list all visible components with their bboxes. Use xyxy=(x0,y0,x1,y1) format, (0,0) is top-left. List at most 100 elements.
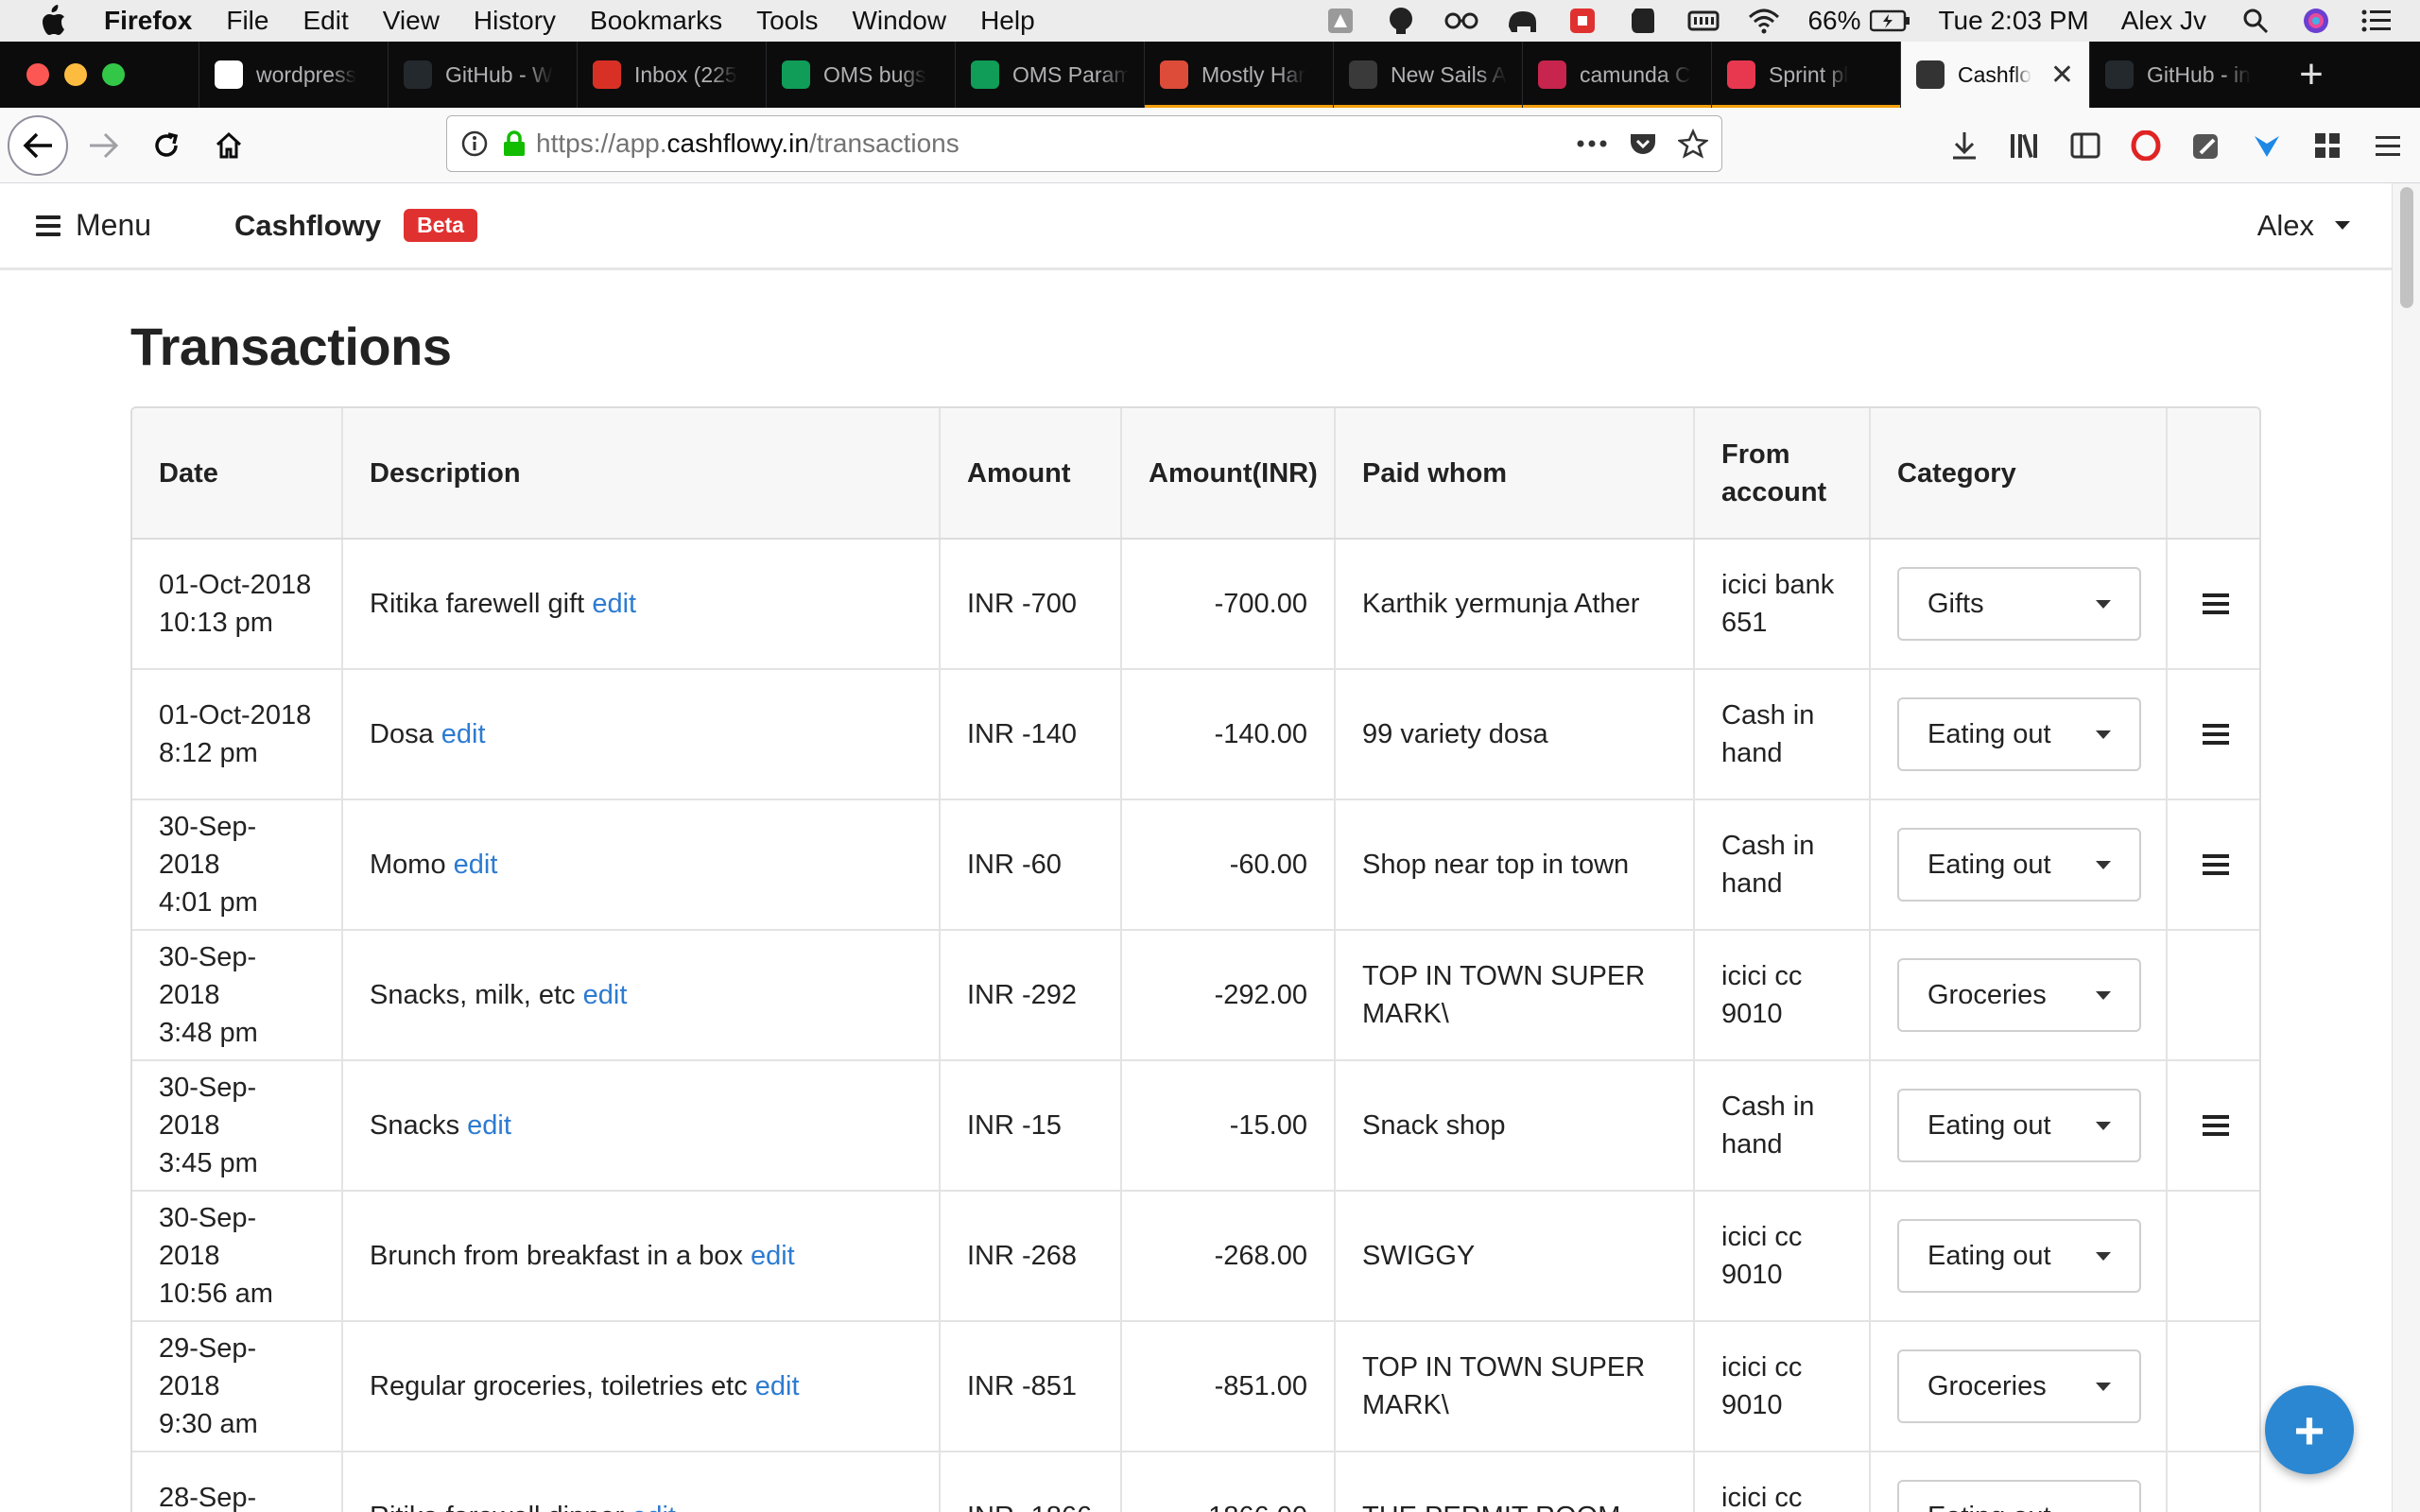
edit-link[interactable]: edit xyxy=(441,719,486,749)
edit-link[interactable]: edit xyxy=(583,980,628,1010)
category-select[interactable]: Eating out xyxy=(1897,828,2141,902)
table-row[interactable]: 30-Sep-2018 3:48 pm Snacks, milk, etc edit… xyxy=(132,930,2259,1061)
browser-tab[interactable]: camunda C xyxy=(1522,42,1711,108)
menu-history[interactable]: History xyxy=(474,6,556,36)
memory-icon[interactable] xyxy=(1686,6,1720,36)
browser-tab[interactable]: GitHub - in xyxy=(2089,42,2278,108)
downloads-icon[interactable] xyxy=(1945,127,1983,164)
browser-tab[interactable]: Cashflo ✕ xyxy=(1900,42,2089,108)
new-tab-button[interactable]: + xyxy=(2278,42,2344,108)
forward-button[interactable] xyxy=(78,119,130,172)
url-bar[interactable]: https://app.cashflowy.in/transactions xyxy=(446,115,1722,172)
reload-button[interactable] xyxy=(140,119,193,172)
clock[interactable]: Tue 2:03 PM xyxy=(1938,6,2088,36)
edit-link[interactable]: edit xyxy=(467,1110,511,1141)
menu-window[interactable]: Window xyxy=(852,6,946,36)
bird-extension-icon[interactable] xyxy=(2248,127,2286,164)
row-menu-icon[interactable] xyxy=(2202,1115,2229,1136)
opera-extension-icon[interactable] xyxy=(2127,127,2165,164)
page-actions-icon[interactable] xyxy=(1576,139,1608,148)
evernote-icon[interactable] xyxy=(1626,6,1660,36)
notification-center-icon[interactable] xyxy=(2360,6,2394,36)
back-arrow-icon xyxy=(23,132,52,158)
url-text[interactable]: https://app.cashflowy.in/transactions xyxy=(536,129,959,159)
siri-icon[interactable] xyxy=(2299,6,2333,36)
spotlight-search-icon[interactable] xyxy=(2238,6,2273,36)
wifi-icon[interactable] xyxy=(1747,6,1781,36)
category-select[interactable]: Groceries xyxy=(1897,1349,2141,1423)
close-window-button[interactable] xyxy=(26,63,49,86)
menu-file[interactable]: File xyxy=(226,6,268,36)
transactions-body: 01-Oct-2018 10:13 pm Ritika farewell gift … xyxy=(132,539,2259,1512)
browser-tab[interactable]: Inbox (225 xyxy=(577,42,766,108)
category-select[interactable]: Gifts xyxy=(1897,567,2141,641)
menu-help[interactable]: Help xyxy=(980,6,1035,36)
category-select[interactable]: Eating out xyxy=(1897,1219,2141,1293)
menu-edit[interactable]: Edit xyxy=(302,6,348,36)
edit-link[interactable]: edit xyxy=(592,589,636,619)
apple-menu-icon[interactable] xyxy=(34,2,72,40)
cell-category: Eating out xyxy=(1870,1452,2168,1512)
edit-link[interactable]: edit xyxy=(755,1371,800,1401)
category-select[interactable]: Groceries xyxy=(1897,958,2141,1032)
edit-link[interactable]: edit xyxy=(751,1241,795,1271)
table-row[interactable]: 01-Oct-2018 8:12 pm Dosa edit INR -140 -140.… xyxy=(132,669,2259,800)
pocket-icon[interactable] xyxy=(1629,130,1657,157)
sidebar-icon[interactable] xyxy=(2066,127,2104,164)
glasses-icon[interactable] xyxy=(1444,6,1478,36)
category-select[interactable]: Eating out xyxy=(1897,697,2141,771)
table-row[interactable]: 30-Sep-2018 3:45 pm Snacks edit INR -15 -15.… xyxy=(132,1060,2259,1192)
browser-tab[interactable]: Sprint pl xyxy=(1711,42,1900,108)
brand-name[interactable]: Cashflowy xyxy=(234,209,381,243)
menu-tools[interactable]: Tools xyxy=(756,6,818,36)
row-menu-icon[interactable] xyxy=(2202,593,2229,614)
menu-app-name[interactable]: Firefox xyxy=(104,6,192,36)
lock-icon[interactable] xyxy=(502,129,527,158)
user-menu[interactable]: Alex xyxy=(2257,209,2350,243)
library-icon[interactable] xyxy=(2006,127,2044,164)
page-scrollbar[interactable] xyxy=(2392,183,2420,1512)
browser-tab[interactable]: Mostly Har xyxy=(1144,42,1333,108)
menu-view[interactable]: View xyxy=(383,6,440,36)
menu-bookmarks[interactable]: Bookmarks xyxy=(590,6,722,36)
battery-icon[interactable] xyxy=(1870,6,1911,36)
minimize-window-button[interactable] xyxy=(64,63,87,86)
pen-extension-icon[interactable] xyxy=(2187,127,2225,164)
scrollbar-thumb[interactable] xyxy=(2400,187,2413,308)
elephant-icon[interactable] xyxy=(1505,6,1539,36)
maximize-window-button[interactable] xyxy=(102,63,125,86)
os-username[interactable]: Alex Jv xyxy=(2121,6,2206,36)
browser-tab[interactable]: OMS Param xyxy=(955,42,1144,108)
add-transaction-button[interactable]: + xyxy=(2265,1385,2354,1474)
edit-link[interactable]: edit xyxy=(631,1502,676,1512)
table-row[interactable]: 01-Oct-2018 10:13 pm Ritika farewell gift … xyxy=(132,539,2259,670)
header-category: Category xyxy=(1870,408,2168,540)
back-button[interactable] xyxy=(8,114,68,176)
postgres-icon[interactable] xyxy=(1384,6,1418,36)
row-menu-icon[interactable] xyxy=(2202,724,2229,745)
browser-tab[interactable]: wordpress xyxy=(199,42,388,108)
bookmark-star-icon[interactable] xyxy=(1678,129,1708,159)
cell-paid-whom: TOP IN TOWN SUPER MARK\ xyxy=(1335,930,1695,1061)
home-button[interactable] xyxy=(202,119,255,172)
drive-icon[interactable] xyxy=(1323,6,1357,36)
edit-link[interactable]: edit xyxy=(454,850,498,880)
browser-tab[interactable]: OMS bugs xyxy=(766,42,955,108)
header-actions xyxy=(2167,408,2259,540)
grid-extension-icon[interactable] xyxy=(2308,127,2346,164)
hamburger-menu-icon[interactable] xyxy=(2369,127,2407,164)
row-menu-icon[interactable] xyxy=(2202,854,2229,875)
table-row[interactable]: 29-Sep-2018 9:30 am Regular groceries, toi… xyxy=(132,1321,2259,1452)
close-tab-icon[interactable]: ✕ xyxy=(2050,59,2074,92)
category-select[interactable]: Eating out xyxy=(1897,1480,2141,1512)
info-icon[interactable] xyxy=(460,129,489,158)
browser-tab[interactable]: GitHub - W xyxy=(388,42,577,108)
table-row[interactable]: 30-Sep-2018 10:56 am Brunch from breakfast… xyxy=(132,1191,2259,1322)
dropdown-arrow-icon xyxy=(2096,861,2111,869)
table-row[interactable]: 28-Sep-2018Ritika farewell dinner editIN… xyxy=(132,1452,2259,1512)
browser-tab[interactable]: New Sails A xyxy=(1333,42,1522,108)
category-select[interactable]: Eating out xyxy=(1897,1089,2141,1162)
app-menu-button[interactable]: Menu xyxy=(36,208,151,243)
table-row[interactable]: 30-Sep-2018 4:01 pm Momo edit INR -60 -60.00… xyxy=(132,799,2259,931)
record-icon[interactable] xyxy=(1565,6,1599,36)
